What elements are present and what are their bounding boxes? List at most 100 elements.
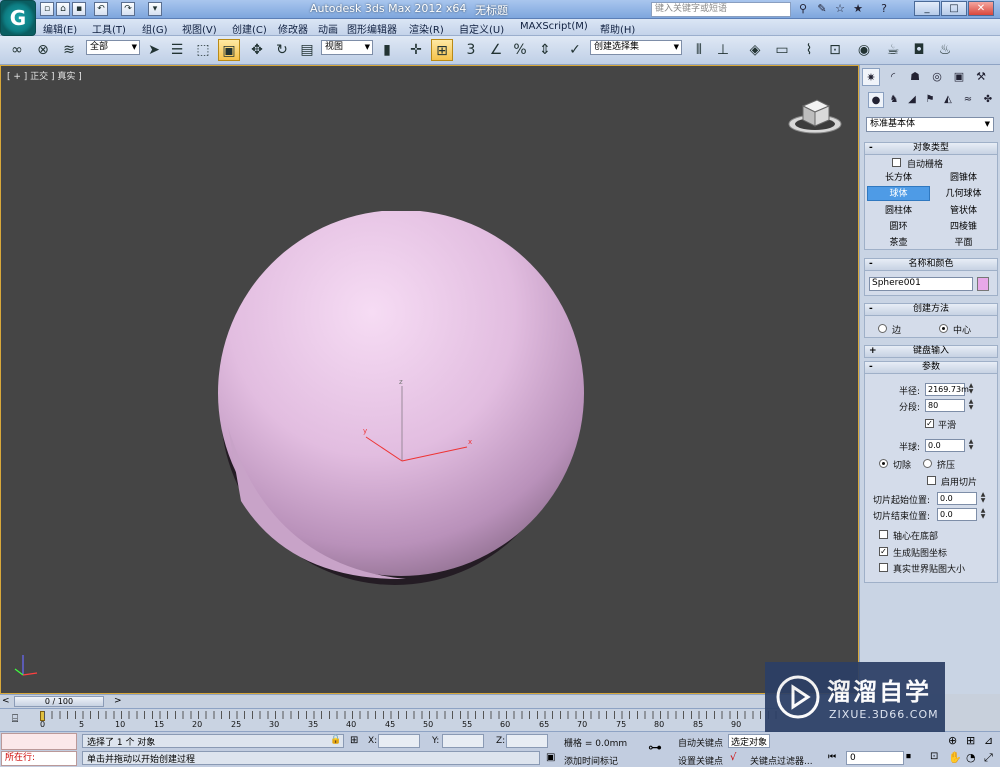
chop-radio[interactable] [879,459,888,468]
select-by-name-icon[interactable]: ☰ [166,39,188,61]
setkey-label[interactable]: 设置关键点 [678,754,723,767]
squash-radio[interactable] [923,459,932,468]
create-tab-icon[interactable]: ✷ [862,68,880,86]
selection-region-icon[interactable]: ⬚ [192,39,214,61]
menu-create[interactable]: 创建(C) [232,21,267,36]
radius-spinner[interactable]: ▲ ▼ [967,383,975,396]
save-icon[interactable]: ▪ [72,2,86,16]
bind-space-warp-icon[interactable]: ≋ [58,39,80,61]
menu-rendering[interactable]: 渲染(R) [409,21,444,36]
menu-maxscript[interactable]: MAXScript(M) [520,21,588,32]
link-icon[interactable]: ∞ [6,39,28,61]
schematic-view-icon[interactable]: ⊡ [824,39,846,61]
category-dropdown[interactable]: 标准基本体 [866,117,994,132]
rendered-frame-icon[interactable]: ◘ [908,39,930,61]
current-frame-field[interactable]: 0 [846,751,904,765]
zoom-all-icon[interactable]: ⊞ [966,734,975,747]
spinner-snap-icon[interactable]: ⇕ [534,39,556,61]
redo-icon[interactable]: ↷ [121,2,135,16]
box-button[interactable]: 长方体 [867,170,930,185]
center-radio[interactable] [939,324,948,333]
help-icon[interactable]: ? [876,2,892,17]
menu-modifiers[interactable]: 修改器 [278,21,308,36]
new-file-icon[interactable]: ▫ [40,2,54,16]
field-of-view-icon[interactable]: ⊿ [984,734,993,747]
base-to-pivot-checkbox[interactable] [879,530,888,539]
material-editor-icon[interactable]: ◉ [853,39,875,61]
maxscript-listener[interactable] [1,733,77,750]
motion-tab-icon[interactable]: ◎ [928,68,946,86]
autogrid-checkbox[interactable] [892,158,901,167]
keyboard-shortcut-override-icon[interactable]: ⊞ [431,39,453,61]
pan-icon[interactable]: ✋ [948,751,962,764]
orbit-icon[interactable]: ◔ [966,751,976,764]
real-world-checkbox[interactable] [879,563,888,572]
maximize-button[interactable]: □ [941,1,967,16]
geosphere-button[interactable]: 几何球体 [932,186,995,201]
lock-icon[interactable]: 🔒 [330,735,341,745]
slice-on-checkbox[interactable] [927,476,936,485]
star-icon[interactable]: ★ [850,2,866,17]
object-type-header[interactable]: - 对象类型 [865,143,997,155]
space-warps-icon[interactable]: ≈ [960,92,976,108]
autokey-label[interactable]: 自动关键点 [678,736,723,749]
viewcube-icon[interactable] [787,94,843,136]
plane-button[interactable]: 平面 [932,235,995,250]
close-button[interactable]: ✕ [968,1,994,16]
object-color-swatch[interactable] [977,277,989,291]
menu-animation[interactable]: 动画 [318,21,338,36]
menu-customize[interactable]: 自定义(U) [459,21,504,36]
viewport-label[interactable]: [ + ] 正交 ] 真实 ] [7,69,82,82]
edge-radio[interactable] [878,324,887,333]
radius-field[interactable]: 2169.73m [925,383,969,396]
cameras-icon[interactable]: ⚑ [922,92,938,108]
layer-manager-icon[interactable]: ◈ [744,39,766,61]
key-icon[interactable]: ⊶ [648,740,662,756]
slice-from-spinner[interactable]: ▲ ▼ [979,492,987,505]
pivot-center-icon[interactable]: ▮ [376,39,398,61]
named-selection-dropdown[interactable]: 创建选择集 [590,40,682,55]
time-tag-icon[interactable]: ▣ [546,752,555,763]
next-frame-icon[interactable]: > [114,696,122,706]
align-icon[interactable]: ⊥ [712,39,734,61]
minimize-button[interactable]: _ [914,1,940,16]
object-name-field[interactable]: Sphere001 [869,277,973,291]
pyramid-button[interactable]: 四棱锥 [932,219,995,234]
rotate-icon[interactable]: ↻ [271,39,293,61]
move-icon[interactable]: ✥ [246,39,268,61]
slice-from-field[interactable]: 0.0 [937,492,977,505]
smooth-checkbox[interactable]: ✓ [925,419,934,428]
menu-edit[interactable]: 编辑(E) [43,21,77,36]
render-setup-icon[interactable]: ☕ [882,39,904,61]
trackbar[interactable]: ⌸ 0 5 10 15 20 25 30 35 40 45 50 55 60 6… [0,708,780,731]
menu-views[interactable]: 视图(V) [182,21,217,36]
prev-frame-icon[interactable]: < [2,696,10,706]
qa-dropdown-icon[interactable]: ▾ [148,2,162,16]
hemisphere-spinner[interactable]: ▲ ▼ [967,439,975,452]
teapot-button[interactable]: 茶壶 [867,235,930,250]
hemisphere-field[interactable]: 0.0 [925,439,965,452]
snaps-toggle-icon[interactable]: 3 [460,39,482,61]
add-time-tag-label[interactable]: 添加时间标记 [564,754,618,767]
ref-coord-dropdown[interactable]: 视图 [321,40,373,55]
maximize-viewport-icon[interactable]: ⤢ [984,751,993,765]
mirror-icon[interactable]: ⫴ [688,39,710,61]
menu-tools[interactable]: 工具(T) [92,21,126,36]
undo-icon[interactable]: ↶ [94,2,108,16]
lights-icon[interactable]: ◢ [904,92,920,108]
key-mode-dropdown[interactable]: 选定对象 [728,734,770,748]
shapes-icon[interactable]: ♞ [886,92,902,108]
time-config-icon[interactable]: ⏹ [906,751,911,762]
percent-snap-icon[interactable]: % [509,39,531,61]
geometry-icon[interactable]: ● [868,92,884,108]
torus-button[interactable]: 圆环 [867,219,930,234]
maxscript-line[interactable]: 所在行: [1,751,77,766]
helpers-icon[interactable]: ◭ [940,92,956,108]
open-file-icon[interactable]: ⌂ [56,2,70,16]
display-tab-icon[interactable]: ▣ [950,68,968,86]
favorites-icon[interactable]: ☆ [832,2,848,17]
zoom-extents-icon[interactable]: ⊡ [930,751,938,762]
binoculars-icon[interactable]: ⚲ [795,2,811,17]
viewport-perspective[interactable]: [ + ] 正交 ] 真实 ] z x y [0,65,859,694]
segments-spinner[interactable]: ▲ ▼ [967,399,975,412]
